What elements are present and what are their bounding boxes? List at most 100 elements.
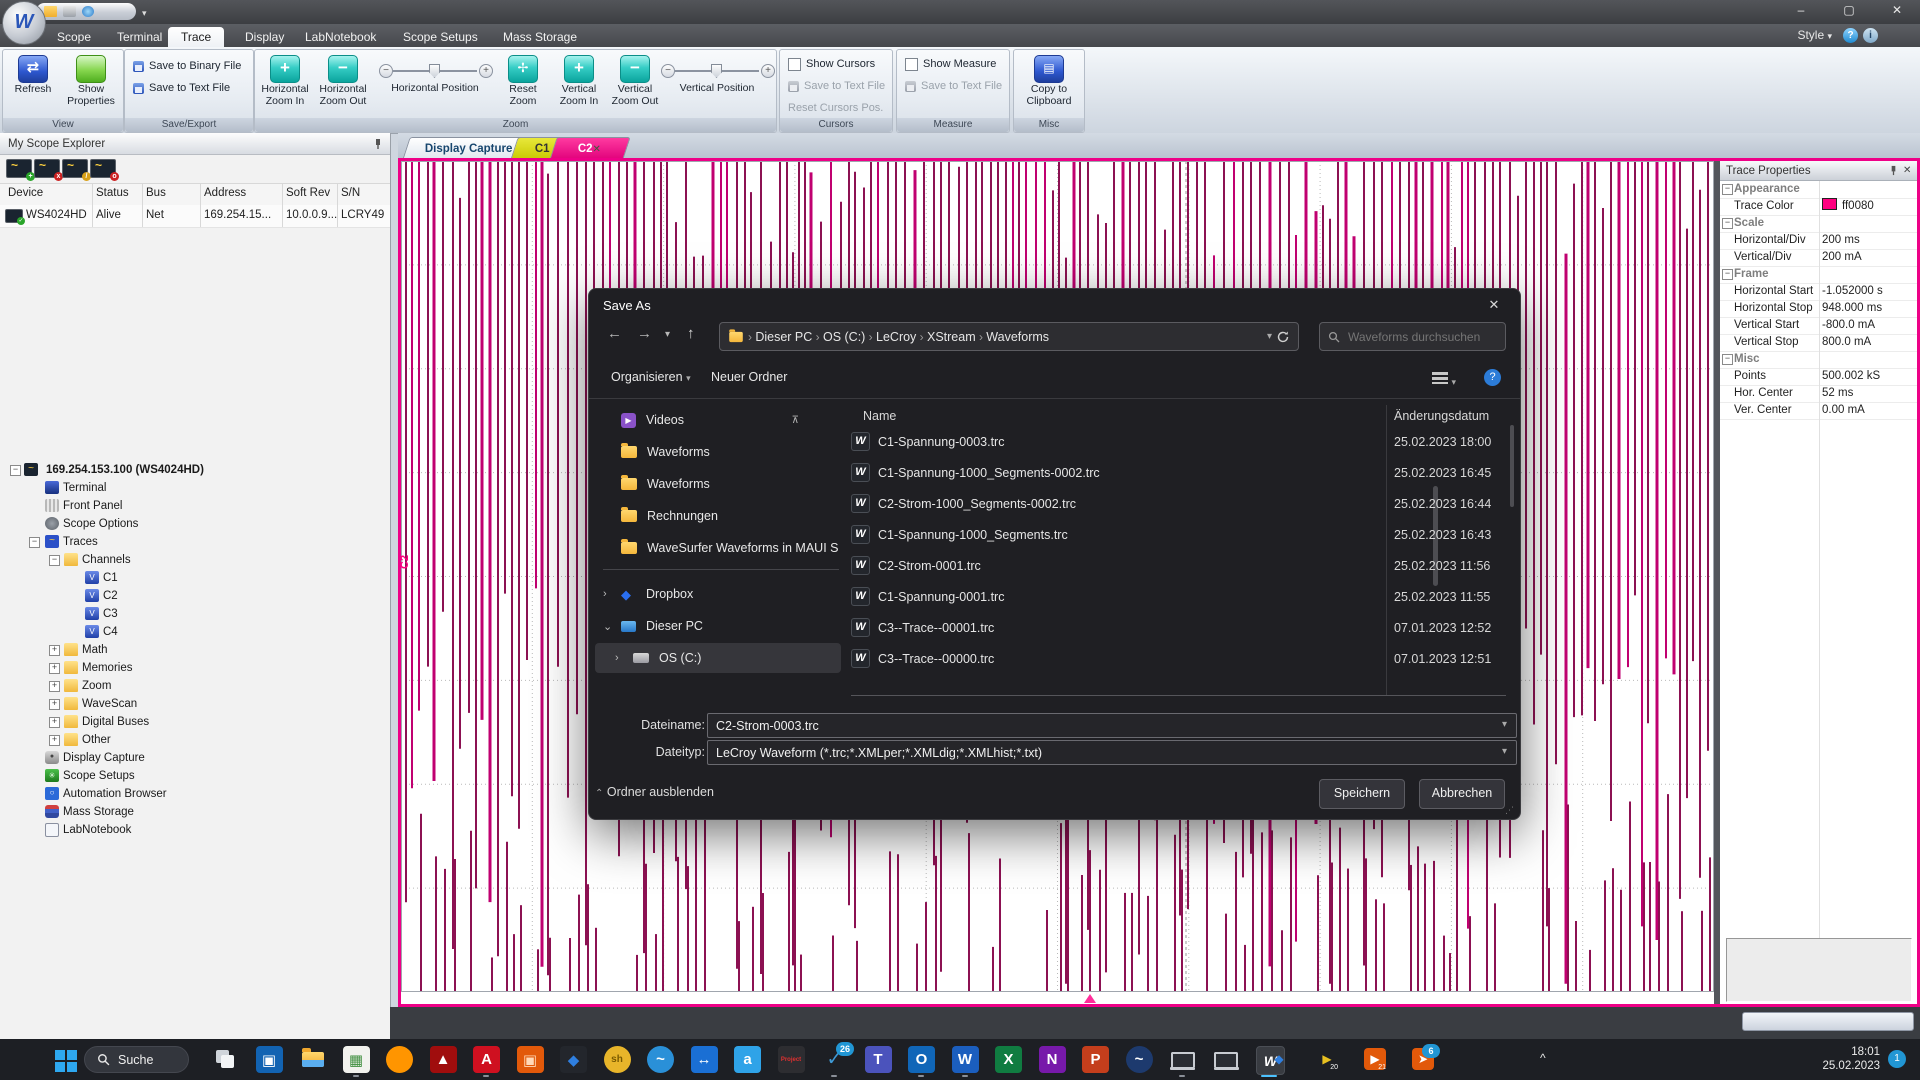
refresh-icon[interactable] [1276,330,1290,344]
property-value[interactable]: 52 ms [1822,385,1853,402]
trace-color-swatch[interactable] [1822,198,1837,210]
vertical-position-slider[interactable]: − + Vertical Position [661,62,773,78]
tree-item-zoom[interactable]: +Zoom [0,677,390,695]
property-value[interactable]: 200 ms [1822,232,1860,249]
tree-item-traces[interactable]: −~Traces [0,533,390,551]
a-blue-app-icon[interactable]: a [734,1046,761,1073]
print-icon[interactable] [63,6,76,17]
cancel-button[interactable]: Abbrechen [1419,779,1505,809]
breadcrumb-dieser-pc[interactable]: Dieser PC [755,330,812,344]
tab-labnotebook[interactable]: LabNotebook [292,27,389,47]
wavestudio-wave-icon[interactable]: ~ [1126,1046,1153,1073]
sidebar-item-os-c-[interactable]: ›OS (C:) [595,643,841,673]
expand-icon[interactable]: + [49,663,60,674]
slider-minus-icon[interactable]: − [379,64,393,78]
explorer-tool-1[interactable]: x [34,159,60,178]
expand-icon[interactable]: + [49,699,60,710]
chevron-right-icon[interactable]: › [615,652,619,664]
tree-item-169-254-153-100-ws4024hd-[interactable]: −~169.254.153.100 (WS4024HD) [0,461,390,479]
info-icon[interactable]: i [1863,28,1878,43]
filename-dropdown-icon[interactable]: ▾ [1502,719,1507,730]
vertical-zoom-in-button[interactable]: + Vertical Zoom In [551,53,607,115]
search-input[interactable] [1346,329,1490,345]
list-scrollbar-thumb[interactable] [1510,425,1514,507]
address-bar[interactable]: › Dieser PC › OS (C:) › LeCroy › XStream… [719,322,1299,351]
tab-display[interactable]: Display [232,27,297,47]
labview-20-icon[interactable]: ▶20 [1316,1048,1338,1070]
minimize-button[interactable]: – [1786,3,1816,19]
tree-item-c3[interactable]: VC3 [0,605,390,623]
notification-badge[interactable]: 1 [1888,1050,1906,1068]
save-button[interactable]: Speichern [1319,779,1405,809]
address-dropdown-icon[interactable]: ▾ [1267,331,1272,342]
horizontal-scrollbar-thumb[interactable] [1742,1012,1914,1031]
taskbar-search[interactable]: Suche [84,1046,189,1073]
tab-scope[interactable]: Scope [44,27,104,47]
tree-item-front-panel[interactable]: Front Panel [0,497,390,515]
breadcrumb-lecroy[interactable]: LeCroy [876,330,916,344]
bird-app-icon[interactable]: ~ [647,1046,674,1073]
expand-icon[interactable]: + [49,717,60,728]
file-row-c3-trace-00000-trc[interactable]: WC3--Trace--00000.trc07.01.2023 12:51 [851,643,1501,674]
tree-item-automation-browser[interactable]: ○Automation Browser [0,785,390,803]
image-editor-icon[interactable]: ▦ [343,1046,370,1073]
origami-app-icon[interactable]: ◆ [1268,1048,1290,1070]
app-logo[interactable]: W [2,1,46,45]
slider-plus-icon[interactable]: + [761,64,775,78]
file-explorer-icon[interactable] [299,1046,326,1073]
word-icon[interactable]: W [952,1046,979,1073]
property-value[interactable]: 948.000 ms [1822,300,1882,317]
teamviewer-icon[interactable]: ↔ [691,1046,718,1073]
slider-minus-icon[interactable]: − [661,64,675,78]
tree-item-math[interactable]: +Math [0,641,390,659]
tree-item-scope-setups[interactable]: ✳Scope Setups [0,767,390,785]
close-pane-icon[interactable]: ✕ [1903,161,1911,181]
filetype-select[interactable] [707,740,1517,765]
collapse-icon[interactable]: − [1722,218,1733,229]
display-tab-c2[interactable]: C2 ✕ [549,137,630,160]
property-value[interactable]: ff0080 [1822,198,1874,215]
expand-icon[interactable]: + [49,681,60,692]
tree-item-mass-storage[interactable]: Mass Storage [0,803,390,821]
refresh-button[interactable]: ⇄ Refresh [5,53,61,115]
file-row-c1-spannung-0001-trc[interactable]: WC1-Spannung-0001.trc25.02.2023 11:55 [851,581,1501,612]
search-box[interactable] [1319,322,1506,351]
tree-item-other[interactable]: +Other [0,731,390,749]
tree-item-scope-options[interactable]: Scope Options [0,515,390,533]
style-menu[interactable]: Style ▾ [1797,28,1832,42]
tree-item-display-capture[interactable]: ●Display Capture [0,749,390,767]
collapse-icon[interactable]: − [10,465,21,476]
tab-terminal[interactable]: Terminal [104,27,175,47]
tree-item-labnotebook[interactable]: LabNotebook [0,821,390,839]
daemon-tools-icon[interactable]: ◆ [560,1046,587,1073]
sidebar-item-waveforms[interactable]: Waveforms [595,437,841,467]
organize-menu[interactable]: Organisieren ▾ [611,370,691,384]
filename-input[interactable] [707,713,1517,738]
copy-to-clipboard-button[interactable]: ▤ Copy to Clipboard [1021,53,1077,115]
tree-item-wavescan[interactable]: +WaveScan [0,695,390,713]
maximize-button[interactable]: ▢ [1834,3,1864,19]
column-header-date[interactable]: Änderungsdatum [1394,409,1489,423]
sidebar-item-rechnungen[interactable]: Rechnungen [595,501,841,531]
open-folder-icon[interactable] [44,6,57,17]
property-value[interactable]: 200 mA [1822,249,1862,266]
acrobat-icon[interactable]: ▲ [430,1046,457,1073]
vertical-zoom-out-button[interactable]: − Vertical Zoom Out [607,53,663,115]
excel-icon[interactable]: X [995,1046,1022,1073]
checkbox-icon[interactable] [905,58,918,71]
slider-thumb[interactable] [711,64,722,78]
tree-item-c2[interactable]: VC2 [0,587,390,605]
tab-scope-setups[interactable]: Scope Setups [390,27,491,47]
breadcrumb-waveforms[interactable]: Waveforms [986,330,1049,344]
tree-item-digital-buses[interactable]: +Digital Buses [0,713,390,731]
tab-trace[interactable]: Trace [168,27,224,47]
onenote-icon[interactable]: N [1039,1046,1066,1073]
hide-folders-toggle[interactable]: ⌃ Ordner ausblenden [595,785,714,799]
filetype-dropdown-icon[interactable]: ▾ [1502,746,1507,757]
maui-laptop-2-icon[interactable] [1213,1046,1240,1073]
web-icon[interactable] [82,6,94,17]
tree-item-terminal[interactable]: Terminal [0,479,390,497]
expand-icon[interactable]: + [49,645,60,656]
outlook-icon[interactable]: O [908,1046,935,1073]
save-binary-button[interactable]: Save to Binary File [133,58,241,74]
